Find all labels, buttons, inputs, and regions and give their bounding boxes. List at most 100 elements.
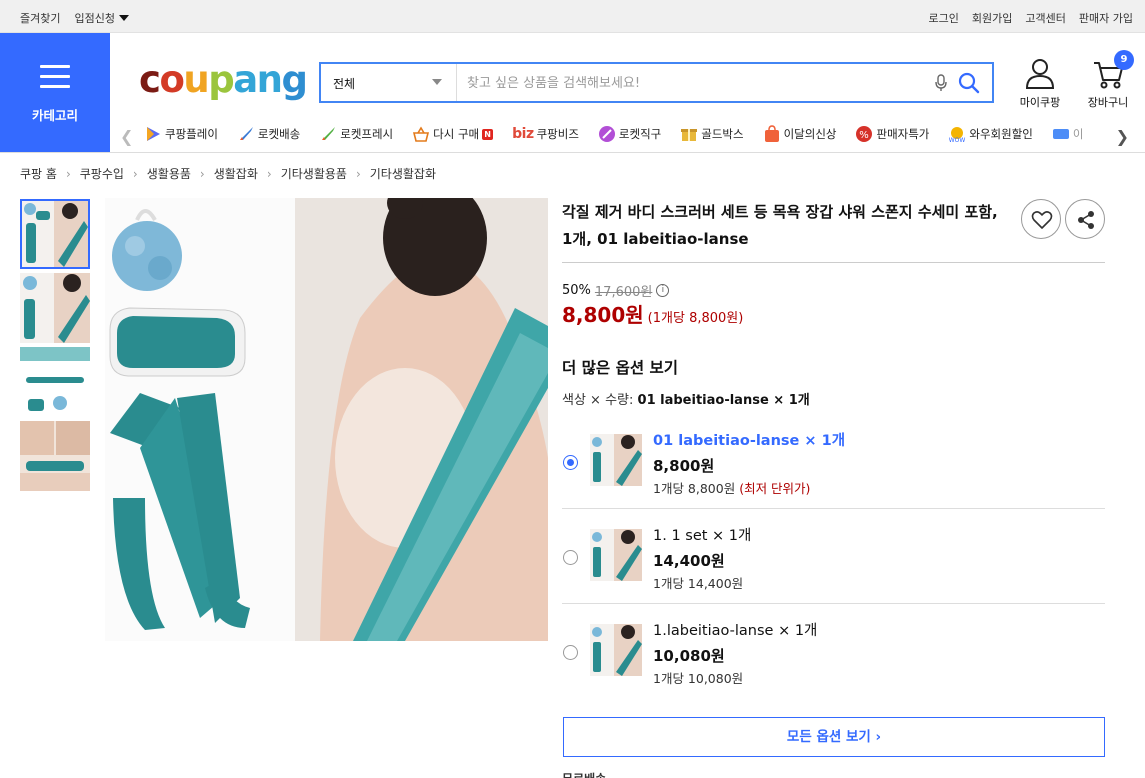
option-item[interactable]: 01 labeitiao-lanse × 1개 8,800원 1개당 8,800…: [562, 429, 1105, 524]
quick-nav: ❮ 쿠팡플레이 로켓배송 로켓프레시 다시 구매 N biz 쿠팡비즈 로켓직구: [110, 118, 1145, 152]
wishlist-button[interactable]: [1021, 199, 1061, 239]
login-link[interactable]: 로그인: [929, 10, 959, 26]
bookmark-link[interactable]: 즐겨찾기: [20, 10, 60, 26]
original-price: 17,600원: [594, 285, 653, 300]
main-product-image[interactable]: [105, 198, 548, 641]
rocket-icon: [239, 127, 253, 140]
svg-text:%: %: [860, 130, 870, 141]
search-category-select[interactable]: 전체: [321, 64, 457, 101]
more-options-title: 더 많은 옵션 보기: [562, 359, 679, 377]
breadcrumb-item[interactable]: 생활잡화: [214, 165, 258, 182]
quicknav-coupon[interactable]: 이: [1052, 125, 1083, 143]
quicknav-rocket-global[interactable]: 로켓직구: [598, 125, 661, 143]
search-input[interactable]: [467, 73, 927, 93]
chevron-right-icon: ›: [65, 166, 71, 181]
chevron-right-icon: ›: [199, 166, 205, 181]
info-icon[interactable]: i: [656, 284, 670, 297]
quicknav-new-arrivals[interactable]: 이달의신상: [763, 125, 836, 143]
option-thumbnail: [590, 529, 642, 581]
seller-signup-link[interactable]: 판매자 가입: [1079, 10, 1133, 26]
price-row: 8,800원 (1개당 8,800원): [562, 299, 743, 328]
chevron-right-icon[interactable]: ❯: [1116, 127, 1129, 146]
product-thumbnail[interactable]: [20, 273, 90, 343]
breadcrumb-item[interactable]: 기타생활용품: [281, 165, 347, 182]
option-divider: [562, 603, 1105, 604]
goldbox-icon: [681, 129, 698, 141]
chevron-left-icon[interactable]: ❮: [120, 127, 133, 146]
option-divider: [562, 508, 1105, 509]
option-thumbnail: [590, 624, 642, 676]
basket-icon: [413, 126, 430, 142]
breadcrumb: 쿠팡 홈 › 쿠팡수입 › 생활용품 › 생활잡화 › 기타생활용품 › 기타생활잡화: [20, 165, 436, 182]
option-item[interactable]: 1. 1 set × 1개 14,400원 1개당 14,400원: [562, 524, 1105, 619]
quicknav-seller-deals[interactable]: % 판매자특가: [855, 125, 929, 143]
cart-count-badge: 9: [1114, 50, 1134, 70]
quicknav-coupang-play[interactable]: 쿠팡플레이: [144, 125, 218, 143]
quicknav-coupang-biz[interactable]: biz 쿠팡비즈: [512, 125, 579, 143]
mypage-button[interactable]: 마이쿠팡: [1015, 58, 1065, 110]
wow-icon: WOW: [949, 127, 966, 143]
search-icon[interactable]: [958, 72, 980, 94]
signup-link[interactable]: 회원가입: [972, 10, 1012, 26]
breadcrumb-item[interactable]: 기타생활잡화: [370, 165, 436, 182]
chevron-right-icon: ›: [266, 166, 272, 181]
option-name: 1. 1 set × 1개: [653, 528, 752, 544]
customer-center-link[interactable]: 고객센터: [1025, 10, 1065, 26]
hamburger-icon: [40, 65, 70, 89]
breadcrumb-item[interactable]: 쿠팡 홈: [20, 165, 57, 182]
option-item[interactable]: 1.labeitiao-lanse × 1개 10,080원 1개당 10,08…: [562, 619, 1105, 714]
quicknav-rebuy[interactable]: 다시 구매 N: [412, 125, 494, 143]
rocket-fresh-icon: [322, 127, 336, 140]
coupang-play-icon: [147, 127, 160, 141]
rocket-global-icon: [598, 126, 615, 142]
discount-row: 50% 17,600원 i: [562, 281, 670, 300]
quicknav-wow-discount[interactable]: WOW 와우회원할인: [948, 125, 1033, 143]
product-thumbnail[interactable]: [20, 199, 90, 269]
heart-icon: [1031, 211, 1053, 229]
title-divider: [562, 262, 1105, 263]
share-icon: [1078, 211, 1094, 229]
chevron-right-icon: ›: [355, 166, 361, 181]
user-icon: [1025, 59, 1055, 89]
product-title: 각질 제거 바디 스크러버 세트 등 목욕 장갑 샤워 스폰지 수세미 포함, …: [562, 203, 998, 248]
category-menu-button[interactable]: 카테고리: [0, 33, 110, 152]
nav-divider: [0, 152, 1145, 153]
option-unit-price: 1개당 10,080원: [653, 671, 744, 686]
product-thumbnail[interactable]: [20, 421, 90, 491]
quicknav-goldbox[interactable]: 골드박스: [680, 125, 744, 143]
all-options-button[interactable]: 모든 옵션 보기 ›: [563, 717, 1105, 757]
option-radio[interactable]: [563, 550, 578, 565]
search-category-value: 전체: [333, 77, 356, 91]
current-selection: 색상 × 수량: 01 labeitiao-lanse × 1개: [562, 393, 810, 408]
share-button[interactable]: [1065, 199, 1105, 239]
chevron-right-icon: ›: [132, 166, 138, 181]
svg-text:WOW: WOW: [949, 137, 966, 143]
discount-rate: 50%: [562, 283, 591, 298]
biz-icon: biz: [512, 126, 534, 142]
product-thumbnail[interactable]: [20, 347, 90, 417]
new-badge: N: [482, 128, 494, 140]
microphone-icon[interactable]: [934, 74, 948, 92]
option-name: 1.labeitiao-lanse × 1개: [653, 623, 818, 639]
coupang-logo[interactable]: coupang: [139, 58, 308, 102]
coupon-icon: [1052, 129, 1069, 139]
option-radio[interactable]: [563, 455, 578, 470]
breadcrumb-item[interactable]: 쿠팡수입: [80, 165, 124, 182]
quicknav-rocket-delivery[interactable]: 로켓배송: [237, 125, 300, 143]
quicknav-rocket-fresh[interactable]: 로켓프레시: [319, 125, 393, 143]
breadcrumb-item[interactable]: 생활용품: [147, 165, 191, 182]
lowest-unit-label: (최저 단위가): [739, 481, 811, 496]
store-apply-dropdown[interactable]: 입점신청: [74, 10, 128, 26]
search-bar: 전체: [319, 62, 994, 103]
percent-icon: %: [856, 126, 873, 142]
category-label: 카테고리: [31, 108, 78, 123]
option-unit-price: 1개당 14,400원: [653, 576, 744, 591]
sale-price: 8,800원: [562, 303, 644, 327]
option-price: 10,080원: [653, 647, 725, 665]
cart-label: 장바구니: [1087, 96, 1129, 109]
option-price: 14,400원: [653, 552, 725, 570]
option-unit-price: 1개당 8,800원 (최저 단위가): [653, 481, 811, 496]
top-utility-bar: 즐겨찾기 입점신청 로그인 회원가입 고객센터 판매자 가입: [0, 0, 1145, 33]
option-radio[interactable]: [563, 645, 578, 660]
option-thumbnail: [590, 434, 642, 486]
